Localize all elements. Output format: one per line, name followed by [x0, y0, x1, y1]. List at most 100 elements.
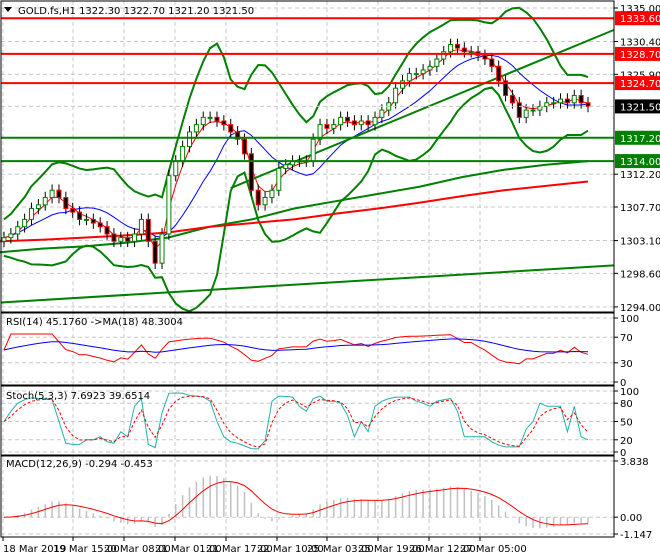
price-axis-label: 1307.70 [620, 203, 660, 214]
candle [207, 116, 213, 119]
candle [489, 58, 495, 67]
candle [255, 189, 261, 206]
price-axis-label: 1303.10 [620, 237, 660, 248]
macd-signal-line [3, 481, 589, 526]
candle [1, 237, 7, 242]
candle [193, 124, 199, 133]
candle [132, 233, 138, 242]
candle [434, 58, 440, 67]
rsi-axis-label: 100 [620, 314, 639, 325]
grid [1, 1, 614, 537]
chart-canvas[interactable]: 18 Mar 201919 Mar 15:0020 Mar 08:0021 Ma… [0, 0, 660, 560]
candle [22, 218, 28, 228]
candle [35, 204, 41, 209]
candle [544, 102, 550, 107]
stoch-axis-label: 20 [620, 436, 633, 447]
price-axis-label: 1294.00 [620, 303, 660, 314]
price-level-label: 1333.60 [620, 14, 660, 25]
candle [551, 102, 557, 105]
candle [248, 153, 254, 191]
candle [125, 237, 131, 242]
candle [338, 116, 344, 126]
trendline [0, 264, 615, 304]
price-pane [0, 6, 615, 313]
candle [558, 98, 564, 104]
candle [441, 51, 447, 60]
candle [214, 116, 220, 122]
candle [509, 94, 515, 104]
axes: 18 Mar 201919 Mar 15:0020 Mar 08:0021 Ma… [0, 0, 660, 555]
price-axis-label: 1330.40 [620, 38, 660, 49]
candle [571, 94, 577, 104]
candle [187, 131, 193, 148]
candle [28, 207, 34, 220]
chart-title: GOLD.fs,H1 1322.30 1322.70 1321.20 1321.… [18, 6, 254, 17]
candle [448, 43, 454, 53]
current-price-label: 1321.50 [620, 102, 660, 113]
candle [578, 94, 584, 104]
candle [200, 116, 206, 126]
candle [97, 222, 103, 228]
candle [461, 47, 467, 53]
candle [269, 189, 275, 199]
candle [104, 226, 110, 235]
stoch-axis-label: 100 [620, 387, 639, 398]
candle [56, 189, 62, 199]
rsi-ma-line [3, 338, 589, 353]
candle [63, 197, 69, 209]
candle [537, 105, 543, 111]
candle [482, 54, 488, 60]
candle [420, 69, 426, 75]
bollinger-upper [3, 6, 589, 221]
candle [49, 189, 55, 199]
macd-axis-label: 3.838 [620, 457, 649, 468]
price-axis-label: 1298.60 [620, 269, 660, 280]
rsi-axis-label: 30 [620, 359, 633, 370]
chart-window: 18 Mar 2019 19 Mar 15:00 20 Mar 08:00 21 Ma… [0, 0, 660, 560]
stoch-axis-label: 50 [620, 418, 633, 429]
candle [83, 218, 89, 221]
candle [331, 124, 337, 129]
price-level-label: 1317.20 [620, 134, 660, 145]
stoch-axis-label: 80 [620, 399, 633, 410]
candle [413, 73, 419, 76]
candle [145, 218, 151, 242]
candle [77, 211, 83, 220]
rsi-line [3, 333, 589, 365]
candle [399, 80, 405, 89]
candle [221, 120, 227, 126]
candle [379, 109, 385, 118]
time-label: 27 Mar 05:00 [460, 544, 527, 555]
candle [228, 124, 234, 133]
candle [427, 65, 433, 71]
price-level-label: 1328.70 [620, 50, 660, 61]
candle [70, 207, 76, 213]
price-level-label: 1314.00 [620, 157, 660, 168]
candle [523, 109, 529, 118]
candle [393, 87, 399, 104]
candle [173, 160, 179, 177]
candle [468, 51, 474, 54]
candle [496, 65, 502, 82]
slow-ma-red [0, 180, 589, 243]
candle [372, 116, 378, 126]
candle [516, 102, 522, 118]
candle [159, 233, 165, 264]
candle [90, 218, 96, 224]
price-level-label: 1324.70 [620, 79, 660, 90]
candle [262, 197, 268, 206]
rsi-label: RSI(14) 45.1760 ->MA(18) 48.3004 [6, 317, 183, 328]
candle [111, 233, 117, 242]
candle [345, 116, 351, 122]
dropdown-triangle-icon[interactable] [4, 7, 12, 12]
candle [180, 146, 186, 162]
candle [15, 226, 21, 235]
candle [152, 240, 158, 264]
stoch-label: Stoch(5,3,3) 7.6923 39.6514 [6, 391, 150, 402]
macd-axis-label: 0.00 [620, 513, 642, 524]
candle [358, 120, 364, 126]
macd-label: MACD(12,26,9) -0.294 -0.453 [6, 459, 153, 470]
candle [585, 102, 591, 107]
candle [454, 43, 460, 49]
candle [365, 120, 371, 126]
